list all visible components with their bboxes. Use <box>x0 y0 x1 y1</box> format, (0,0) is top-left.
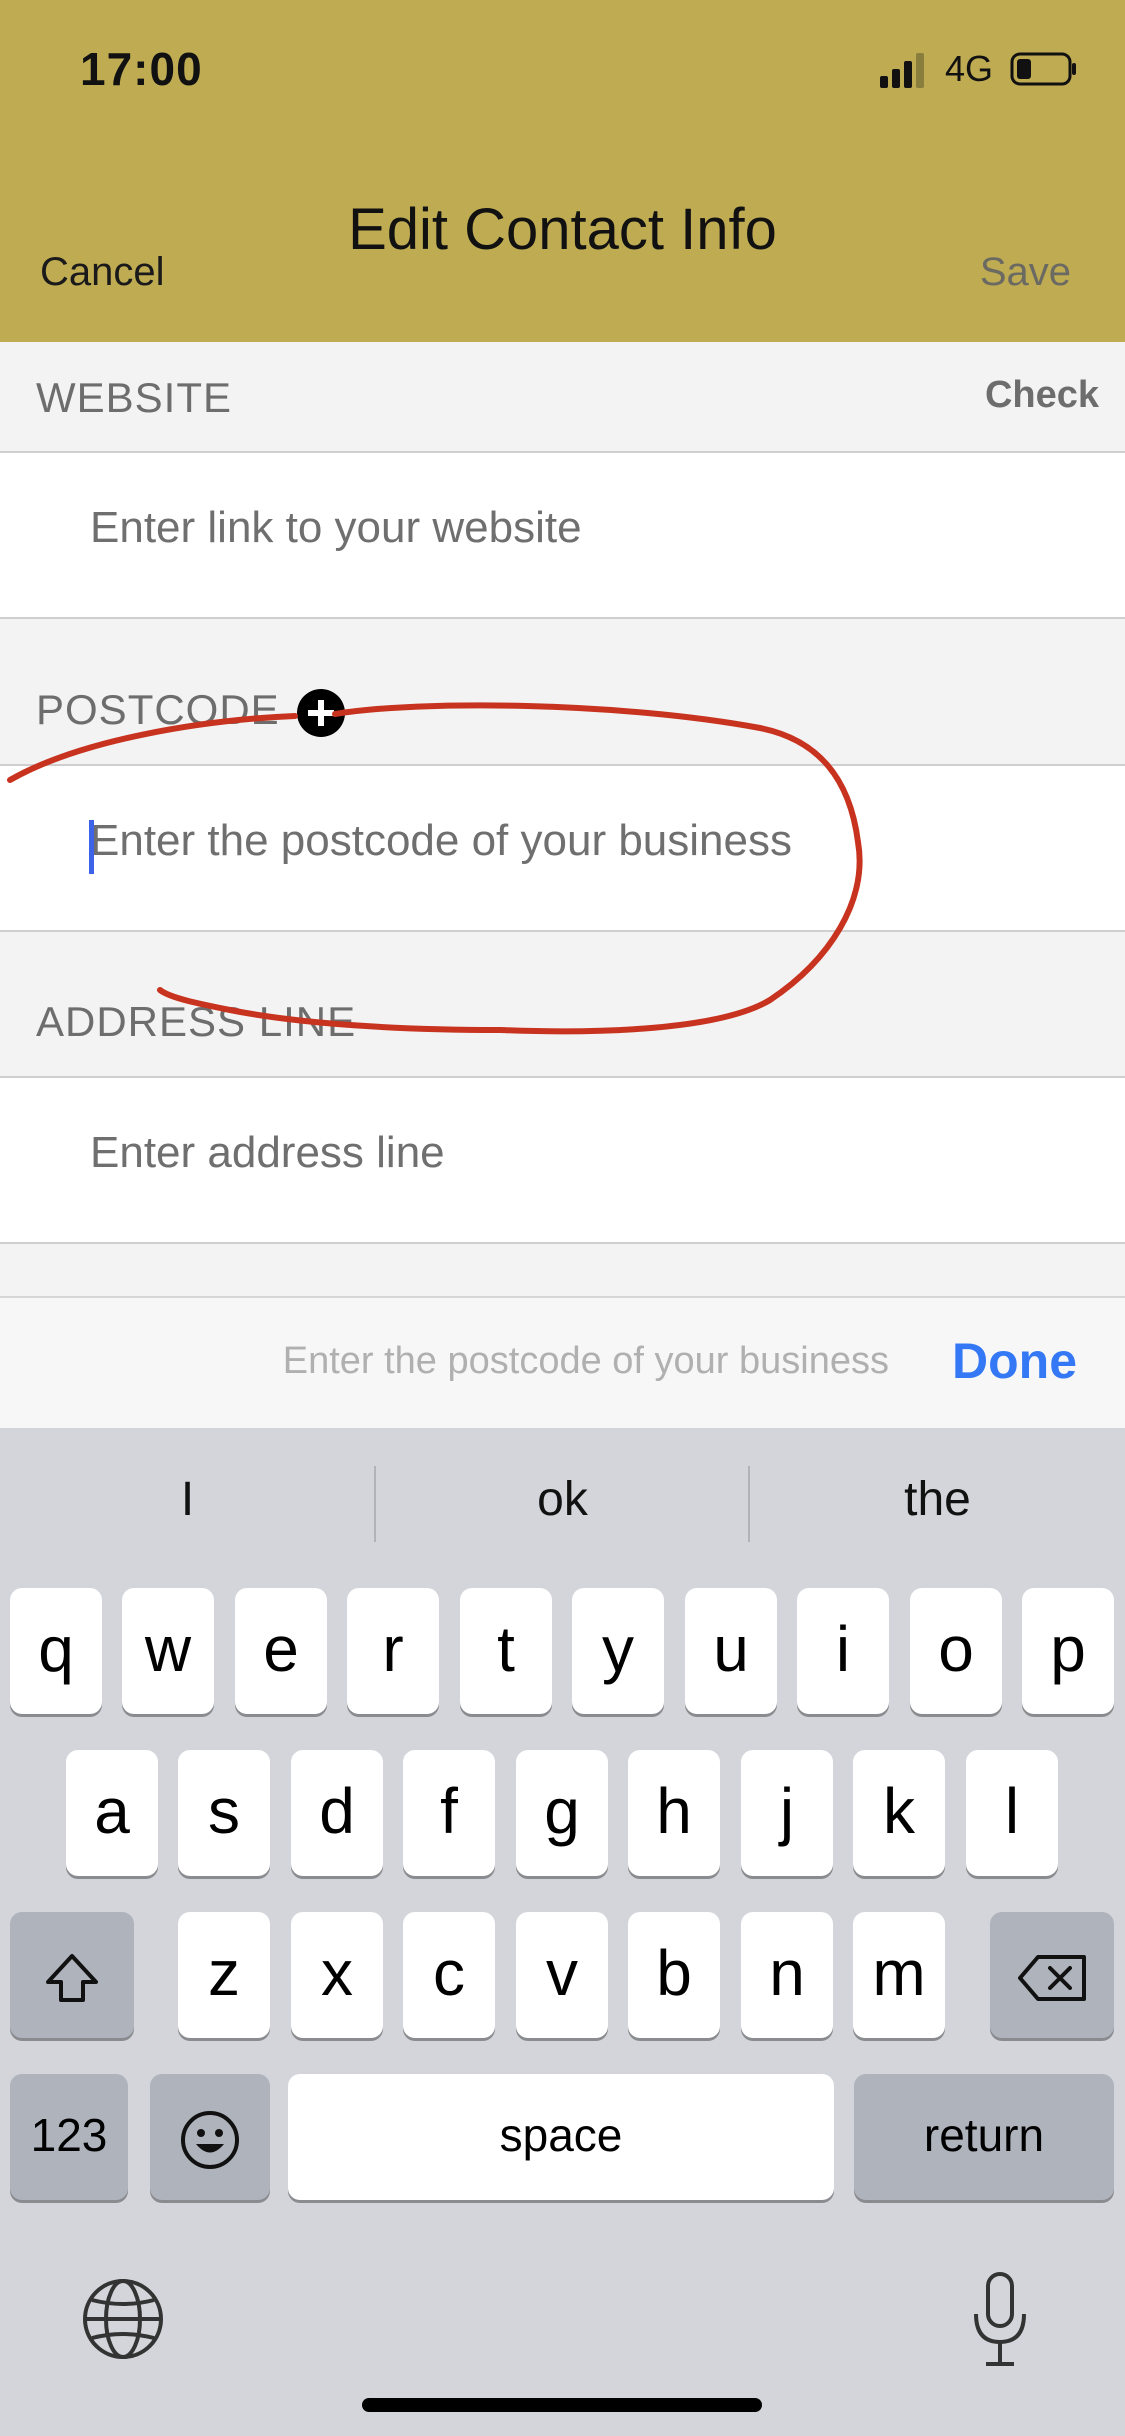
return-key[interactable]: return <box>854 2074 1114 2200</box>
address-placeholder: Enter address line <box>90 1128 445 1177</box>
suggestion-1[interactable]: I <box>0 1472 375 1527</box>
shift-key[interactable] <box>10 1912 134 2038</box>
page-title: Edit Contact Info <box>348 197 777 262</box>
key-n[interactable]: n <box>741 1912 833 2038</box>
space-key[interactable]: space <box>288 2074 834 2200</box>
accessory-hint: Enter the postcode of your business <box>282 1340 889 1382</box>
save-button[interactable]: Save <box>980 250 1071 295</box>
key-t[interactable]: t <box>460 1588 552 1714</box>
postcode-label: POSTCODE <box>36 686 280 733</box>
key-y[interactable]: y <box>572 1588 664 1714</box>
postcode-field[interactable]: Enter the postcode of your business <box>0 764 1125 932</box>
key-h[interactable]: h <box>628 1750 720 1876</box>
key-o[interactable]: o <box>910 1588 1002 1714</box>
key-r[interactable]: r <box>347 1588 439 1714</box>
home-indicator[interactable] <box>362 2398 762 2412</box>
suggestion-3[interactable]: the <box>750 1472 1125 1527</box>
key-k[interactable]: k <box>853 1750 945 1876</box>
key-b[interactable]: b <box>628 1912 720 2038</box>
status-time: 17:00 <box>80 43 203 95</box>
key-f[interactable]: f <box>403 1750 495 1876</box>
key-l[interactable]: l <box>966 1750 1058 1876</box>
suggestion-2[interactable]: ok <box>375 1472 750 1527</box>
key-z[interactable]: z <box>178 1912 270 2038</box>
website-placeholder: Enter link to your website <box>90 503 582 552</box>
done-button[interactable]: Done <box>952 1332 1077 1390</box>
key-d[interactable]: d <box>291 1750 383 1876</box>
shift-icon <box>46 1954 98 2003</box>
website-field[interactable]: Enter link to your website <box>0 451 1125 619</box>
key-q[interactable]: q <box>10 1588 102 1714</box>
emoji-key[interactable] <box>150 2074 270 2200</box>
microphone-icon[interactable] <box>968 2270 1032 2370</box>
signal-icon <box>880 53 924 88</box>
key-c[interactable]: c <box>403 1912 495 2038</box>
backspace-icon <box>1018 1955 1086 2002</box>
website-label: WEBSITE <box>36 374 233 421</box>
text-cursor <box>89 820 94 874</box>
key-i[interactable]: i <box>797 1588 889 1714</box>
key-e[interactable]: e <box>235 1588 327 1714</box>
key-m[interactable]: m <box>853 1912 945 2038</box>
key-u[interactable]: u <box>685 1588 777 1714</box>
network-type: 4G <box>945 48 994 89</box>
key-s[interactable]: s <box>178 1750 270 1876</box>
globe-icon[interactable] <box>80 2276 166 2362</box>
cancel-button[interactable]: Cancel <box>40 250 165 295</box>
key-p[interactable]: p <box>1022 1588 1114 1714</box>
postcode-placeholder: Enter the postcode of your business <box>90 816 792 865</box>
numbers-key[interactable]: 123 <box>10 2074 128 2200</box>
key-a[interactable]: a <box>66 1750 158 1876</box>
address-field[interactable]: Enter address line <box>0 1076 1125 1244</box>
battery-icon <box>1010 52 1076 86</box>
check-website-button[interactable]: Check <box>985 374 1099 417</box>
key-w[interactable]: w <box>122 1588 214 1714</box>
key-v[interactable]: v <box>516 1912 608 2038</box>
emoji-icon <box>181 2111 239 2170</box>
backspace-key[interactable] <box>990 1912 1114 2038</box>
key-g[interactable]: g <box>516 1750 608 1876</box>
key-x[interactable]: x <box>291 1912 383 2038</box>
info-icon[interactable] <box>296 688 346 738</box>
key-j[interactable]: j <box>741 1750 833 1876</box>
address-label: ADDRESS LINE <box>36 998 357 1045</box>
